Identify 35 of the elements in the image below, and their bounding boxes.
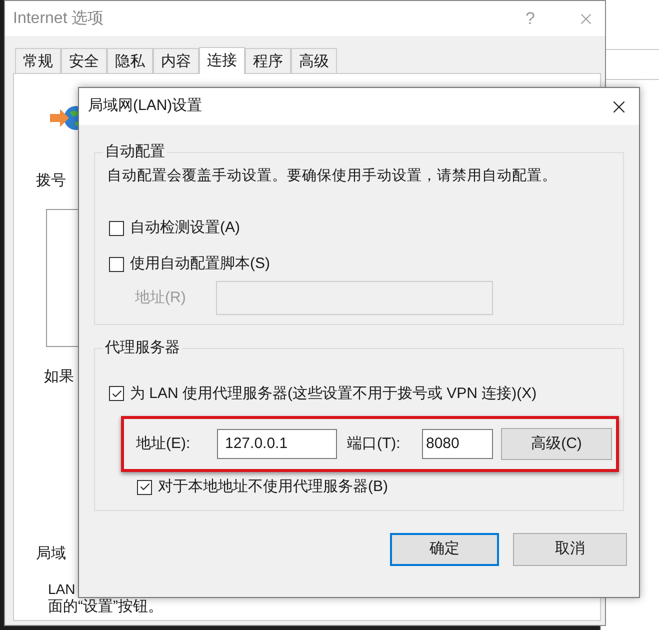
field-label: 地址(E):: [136, 434, 192, 454]
dialog-title: 局域网(LAN)设置: [88, 96, 204, 116]
tab[interactable]: 安全: [61, 48, 107, 73]
port-field[interactable]: 8080: [422, 429, 493, 459]
section-label: 拨号: [36, 171, 66, 191]
description-text: 自动配置会覆盖手动设置。要确保使用手动设置，请禁用自动配置。: [107, 166, 558, 186]
checkbox-label: 对于本地地址不使用代理服务器(B): [158, 477, 388, 497]
group-legend: 代理服务器: [103, 337, 182, 360]
group-legend: 自动配置: [103, 141, 167, 164]
window-title: Internet 选项: [13, 8, 105, 28]
dialog-button[interactable]: 取消: [513, 533, 627, 566]
checkbox[interactable]: [109, 221, 124, 236]
advanced-button[interactable]: 高级(C): [501, 428, 612, 460]
tab[interactable]: 程序: [245, 48, 291, 73]
tab[interactable]: 连接: [199, 47, 245, 74]
script-address-field[interactable]: [216, 281, 493, 316]
tab[interactable]: 常规: [15, 48, 61, 73]
info-text: LAN: [48, 580, 76, 598]
tab[interactable]: 内容: [153, 48, 199, 73]
checkbox-label: 为 LAN 使用代理服务器(这些设置不用于拨号或 VPN 连接)(X): [130, 384, 537, 404]
address-field[interactable]: 127.0.0.1: [217, 429, 337, 459]
checkbox-label: 使用自动配置脚本(S): [130, 254, 270, 274]
field-label: 地址(R): [135, 288, 187, 308]
checkbox[interactable]: [109, 386, 124, 402]
tab[interactable]: 隐私: [107, 48, 153, 73]
tab[interactable]: 高级: [291, 48, 337, 73]
checkbox-label: 自动检测设置(A): [130, 218, 240, 238]
checkbox[interactable]: [137, 480, 152, 495]
info-text: 面的“设置”按钮。: [48, 598, 163, 616]
dialog-button[interactable]: 确定: [390, 533, 499, 566]
checkmark-icon: [110, 388, 122, 400]
checkbox[interactable]: [109, 256, 124, 272]
section-label: 局域: [36, 544, 66, 564]
field-label: 端口(T):: [347, 434, 402, 454]
info-text: 如果: [44, 366, 74, 386]
